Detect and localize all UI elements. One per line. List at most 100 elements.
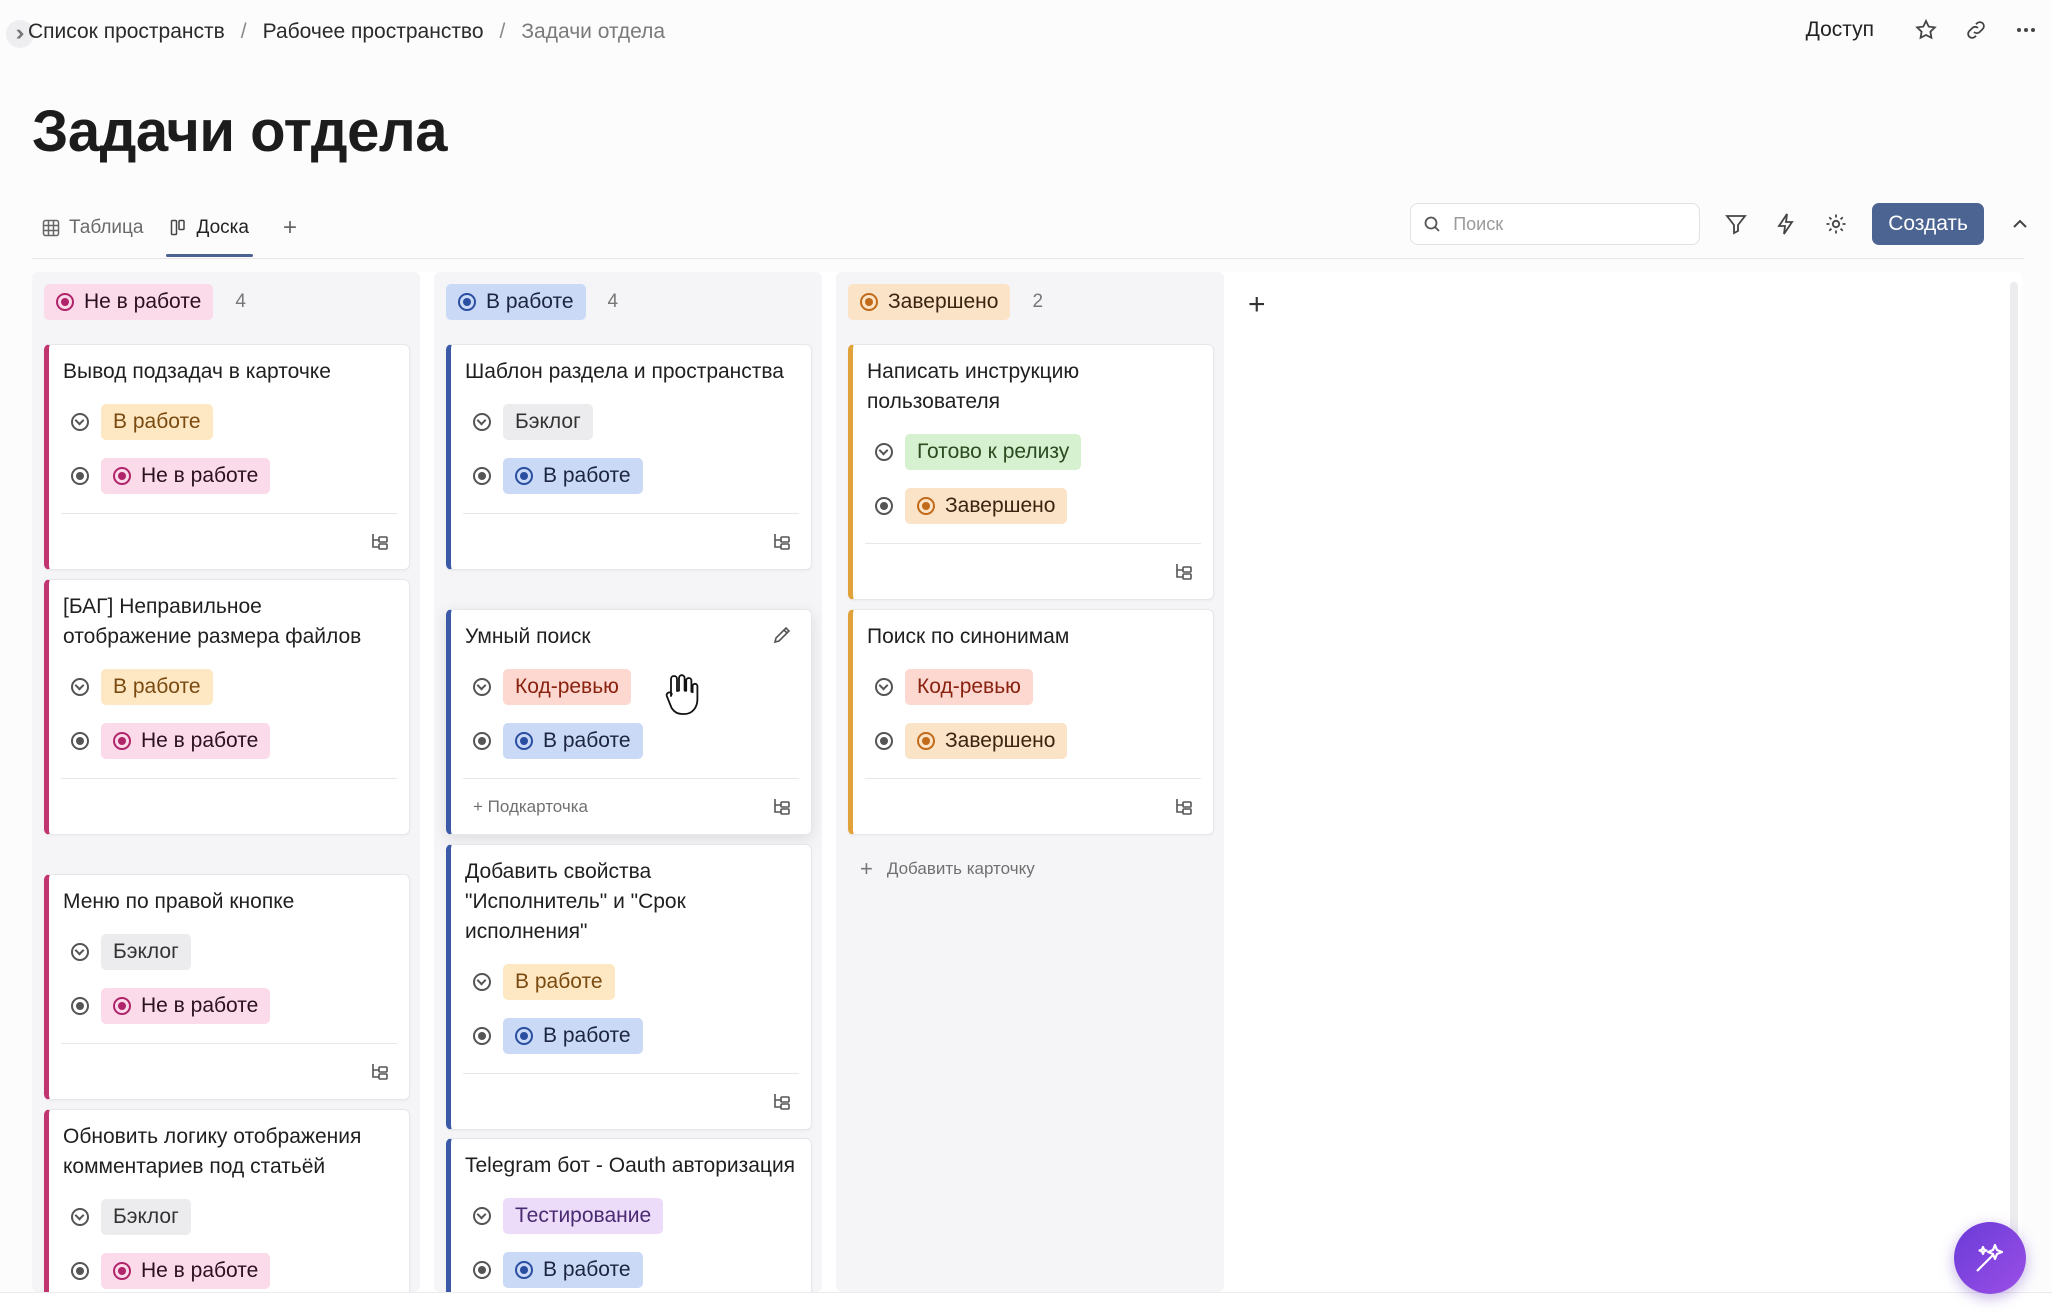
card[interactable]: Меню по правой кнопке Бэклог Не в работе <box>44 874 410 1100</box>
status-icon <box>875 732 893 750</box>
priority-badge[interactable]: В работе <box>101 669 213 705</box>
subtasks-icon[interactable] <box>771 796 793 818</box>
priority-badge[interactable]: В работе <box>503 964 615 1000</box>
card-title: Поиск по синонимам <box>867 625 1070 648</box>
priority-badge[interactable]: Готово к релизу <box>905 434 1082 470</box>
column-status-badge[interactable]: Завершено <box>848 284 1011 320</box>
breadcrumb-item-current: Задачи отдела <box>521 20 666 43</box>
status-badge[interactable]: В работе <box>503 458 643 494</box>
subtasks-icon[interactable] <box>369 1061 391 1083</box>
subtasks-icon[interactable] <box>1173 796 1195 818</box>
card[interactable]: Шаблон раздела и пространства Бэклог В р… <box>446 344 812 570</box>
card[interactable]: Обновить логику отображения комментариев… <box>44 1109 410 1309</box>
status-dot-icon <box>515 732 533 750</box>
add-column-icon[interactable]: + <box>1248 288 1266 322</box>
more-icon[interactable] <box>2012 16 2040 44</box>
select-icon <box>71 943 89 961</box>
card-title: Добавить свойства "Исполнитель" и "Срок … <box>465 860 686 943</box>
status-badge[interactable]: Не в работе <box>101 458 271 494</box>
column-status-badge[interactable]: В работе <box>446 284 586 320</box>
status-row: В работе <box>451 457 811 495</box>
status-dot-icon <box>917 497 935 515</box>
status-badge[interactable]: Не в работе <box>101 988 271 1024</box>
card-footer <box>463 1073 799 1129</box>
status-dot-icon <box>113 732 131 750</box>
status-icon <box>71 467 89 485</box>
select-icon <box>473 678 491 696</box>
status-badge[interactable]: Не в работе <box>101 723 271 759</box>
status-dot-icon <box>56 293 74 311</box>
status-row: В работе <box>451 1017 811 1055</box>
search-input[interactable] <box>1453 213 1674 235</box>
view-tabs: Таблица Доска + <box>38 208 297 257</box>
subtasks-icon[interactable] <box>771 531 793 553</box>
card-footer <box>61 513 397 569</box>
scrollbar[interactable] <box>2010 282 2018 1282</box>
card-hovered[interactable]: Умный поиск Код-ревью В работе + Подкарт… <box>446 609 812 835</box>
card-footer <box>865 543 1201 599</box>
card[interactable]: Вывод подзадач в карточке В работе Не в … <box>44 344 410 570</box>
subtasks-icon[interactable] <box>771 1091 793 1113</box>
card[interactable]: Telegram бот - Oauth авторизация Тестиро… <box>446 1138 812 1308</box>
status-dot-icon <box>860 293 878 311</box>
add-card-button[interactable]: + Добавить карточку <box>860 856 1035 882</box>
status-badge[interactable]: В работе <box>503 1018 643 1054</box>
status-badge[interactable]: В работе <box>503 1252 643 1288</box>
collapse-icon[interactable] <box>2006 210 2034 238</box>
card[interactable]: Написать инструкцию пользователя Готово … <box>848 344 1214 600</box>
status-badge[interactable]: Завершено <box>905 488 1068 524</box>
status-label: В работе <box>543 729 631 752</box>
priority-badge[interactable]: В работе <box>101 404 213 440</box>
card-title: Написать инструкцию пользователя <box>867 360 1080 413</box>
status-row: Не в работе <box>49 1252 409 1290</box>
star-icon[interactable] <box>1912 16 1940 44</box>
card[interactable]: Добавить свойства "Исполнитель" и "Срок … <box>446 844 812 1130</box>
priority-badge[interactable]: Тестирование <box>503 1198 664 1234</box>
access-button[interactable]: Доступ <box>1806 18 1874 42</box>
link-icon[interactable] <box>1962 16 1990 44</box>
edit-icon[interactable] <box>771 624 793 646</box>
priority-badge[interactable]: Бэклог <box>503 404 593 440</box>
column-count: 4 <box>235 291 246 312</box>
status-badge[interactable]: Не в работе <box>101 1253 271 1289</box>
tabs-divider <box>32 258 2024 259</box>
header-actions: Доступ <box>1806 16 2040 44</box>
card[interactable]: [БАГ] Неправильное отображение размера ф… <box>44 579 410 835</box>
priority-badge[interactable]: Код-ревью <box>905 669 1033 705</box>
card-title: Шаблон раздела и пространства <box>465 360 784 383</box>
status-dot-icon <box>917 732 935 750</box>
status-icon <box>875 497 893 515</box>
board-toolbar: Создать <box>1410 203 2034 245</box>
priority-badge[interactable]: Код-ревью <box>503 669 631 705</box>
select-icon <box>875 678 893 696</box>
add-subcard-button[interactable]: + Подкарточка <box>463 797 588 817</box>
breadcrumb-item-workspace[interactable]: Рабочее пространство <box>263 20 484 44</box>
status-badge[interactable]: Завершено <box>905 723 1068 759</box>
automation-icon[interactable] <box>1772 210 1800 238</box>
status-label: Завершено <box>945 729 1056 752</box>
card-footer <box>463 513 799 569</box>
status-badge[interactable]: В работе <box>503 723 643 759</box>
add-view-icon[interactable]: + <box>283 214 297 242</box>
bottom-scrollbar[interactable] <box>0 1292 2052 1312</box>
tab-board[interactable]: Доска <box>165 208 254 257</box>
kanban-board: Не в работе 4 Вывод подзадач в карточке … <box>32 272 2022 1309</box>
filter-icon[interactable] <box>1722 210 1750 238</box>
subtasks-icon[interactable] <box>369 531 391 553</box>
column-header: Не в работе 4 <box>44 284 246 320</box>
column-status-badge[interactable]: Не в работе <box>44 284 214 320</box>
create-button[interactable]: Создать <box>1872 203 1984 245</box>
subtasks-icon[interactable] <box>1173 561 1195 583</box>
status-row: Не в работе <box>49 722 409 760</box>
card[interactable]: Поиск по синонимам Код-ревью Завершено <box>848 609 1214 835</box>
status-icon <box>473 732 491 750</box>
status-row: В работе <box>451 722 811 760</box>
search-field[interactable] <box>1410 203 1701 245</box>
priority-badge[interactable]: Бэклог <box>101 934 191 970</box>
ai-assistant-button[interactable] <box>1954 1222 2026 1294</box>
status-label: В работе <box>543 1024 631 1047</box>
priority-badge[interactable]: Бэклог <box>101 1199 191 1235</box>
settings-icon[interactable] <box>1822 210 1850 238</box>
breadcrumb-item-spaces[interactable]: Список пространств <box>28 20 225 44</box>
tab-table[interactable]: Таблица <box>38 208 148 248</box>
